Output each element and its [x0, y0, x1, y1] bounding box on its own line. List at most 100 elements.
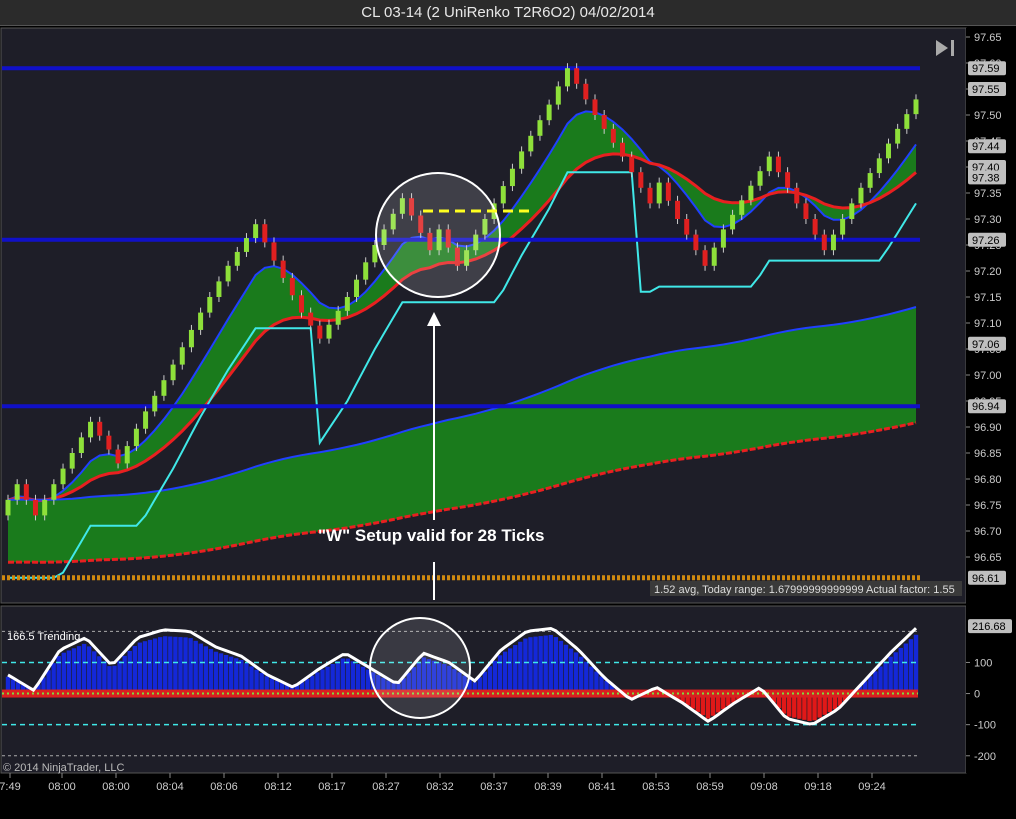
indicator-histogram-bar [589, 666, 594, 694]
indicator-histogram-bar [147, 639, 153, 694]
up-bar [14, 484, 20, 500]
up-bar [161, 380, 167, 396]
indicator-histogram-bar [543, 635, 548, 694]
price-flag-label: 97.59 [972, 63, 1000, 75]
down-bar [280, 260, 286, 278]
indicator-histogram-bar [360, 666, 366, 694]
y-tick-label: 97.35 [974, 188, 1002, 200]
down-bar [583, 83, 589, 100]
x-tick-label: 08:32 [426, 781, 454, 793]
indicator-histogram-bar [66, 650, 72, 694]
up-bar [730, 214, 736, 230]
up-bar [519, 151, 525, 169]
indicator-histogram-bar [51, 663, 56, 694]
indicator-histogram-bar [71, 648, 77, 694]
up-bar [216, 281, 222, 297]
ind-y-tick-label: -200 [974, 751, 996, 763]
y-tick-label: 96.85 [974, 448, 1002, 460]
up-bar [748, 185, 754, 201]
up-bar [711, 247, 717, 266]
y-tick-label: 96.70 [974, 526, 1002, 538]
down-bar [289, 277, 295, 296]
indicator-histogram-bar [81, 643, 87, 694]
up-bar [840, 219, 846, 235]
indicator-histogram-bar [168, 636, 173, 694]
down-bar [33, 499, 39, 516]
up-bar [152, 395, 158, 412]
up-bar [344, 297, 350, 311]
indicator-histogram-bar [249, 666, 254, 694]
up-bar [253, 224, 259, 239]
up-bar [528, 135, 534, 152]
ind-y-tick-label: 100 [974, 657, 992, 669]
up-bar [867, 173, 873, 188]
indicator-histogram-bar [178, 637, 183, 694]
up-bar [88, 421, 94, 438]
indicator-histogram-bar [102, 661, 107, 694]
indicator-histogram-bar [234, 658, 239, 694]
y-tick-label: 97.00 [974, 370, 1002, 382]
indicator-histogram-bar [107, 666, 112, 694]
up-bar [656, 182, 662, 204]
down-bar [647, 187, 653, 204]
up-bar [207, 297, 213, 313]
indicator-histogram-bar [163, 636, 168, 694]
indicator-histogram-bar [908, 639, 914, 694]
up-bar [335, 310, 341, 325]
up-bar [179, 347, 185, 365]
price-flag-label: 96.61 [972, 573, 1000, 585]
indicator-histogram-bar [568, 648, 574, 694]
up-bar [757, 171, 763, 186]
up-bar [198, 312, 204, 330]
down-bar [23, 484, 29, 500]
up-bar [849, 203, 855, 219]
up-bar [766, 156, 772, 172]
indicator-histogram-bar [883, 661, 888, 694]
up-bar [876, 158, 882, 174]
indicator-histogram-bar [142, 641, 148, 694]
indicator-histogram-bar [112, 665, 117, 694]
x-tick-label: 09:18 [804, 781, 832, 793]
x-tick-label: 08:27 [372, 781, 400, 793]
indicator-histogram-bar [513, 645, 518, 694]
up-bar [51, 484, 57, 500]
x-tick-label: 08:06 [210, 781, 238, 793]
indicator-histogram-bar [573, 652, 579, 694]
indicator-histogram-bar [76, 646, 82, 694]
indicator-histogram-bar [188, 638, 193, 694]
indicator-histogram-bar [122, 655, 127, 694]
down-bar [812, 219, 818, 235]
up-bar [326, 324, 332, 339]
indicator-histogram-bar [492, 660, 498, 694]
y-tick-label: 97.15 [974, 292, 1002, 304]
down-bar [115, 449, 121, 464]
down-bar [693, 234, 699, 251]
up-bar [60, 468, 66, 485]
up-bar [537, 120, 543, 136]
indicator-histogram-bar [807, 693, 812, 721]
indicator-histogram-bar [86, 646, 92, 694]
y-tick-label: 96.80 [974, 474, 1002, 486]
y-tick-label: 97.30 [974, 214, 1002, 226]
up-bar [904, 114, 910, 129]
down-bar [97, 421, 103, 436]
x-tick-label: 08:59 [696, 781, 724, 793]
ind-y-tick-label: 0 [974, 689, 980, 701]
indicator-histogram-bar [355, 664, 361, 694]
indicator-histogram-bar [878, 666, 883, 694]
down-bar [298, 295, 304, 313]
indicator-histogram-bar [893, 652, 898, 694]
up-bar [78, 437, 84, 453]
price-flag-label: 97.44 [972, 141, 1000, 153]
y-tick-label: 96.65 [974, 552, 1002, 564]
indicator-histogram-bar [497, 655, 503, 694]
indicator-histogram-bar [553, 637, 559, 694]
down-bar [620, 142, 626, 157]
down-bar [308, 312, 314, 326]
x-tick-label: 08:12 [264, 781, 292, 793]
indicator-histogram-bar [198, 643, 203, 694]
down-bar [574, 68, 580, 84]
y-tick-label: 96.90 [974, 422, 1002, 434]
price-flag-label: 97.55 [972, 84, 1000, 96]
indicator-histogram-bar [898, 647, 903, 694]
